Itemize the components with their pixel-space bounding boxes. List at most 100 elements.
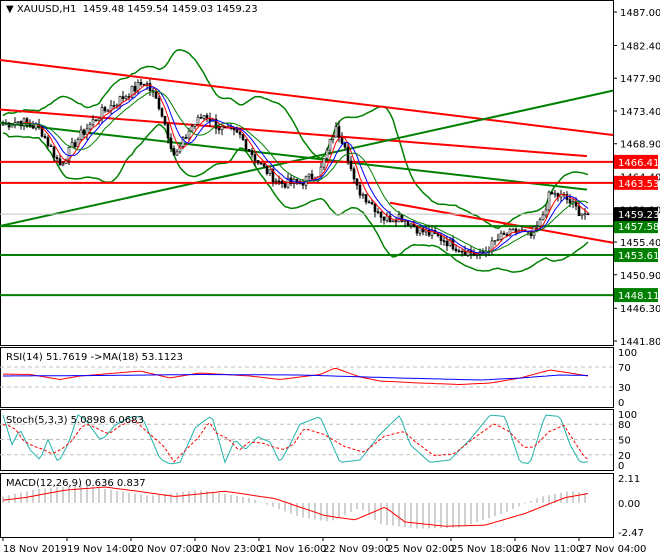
candle-body xyxy=(265,165,269,174)
candle-body xyxy=(280,180,284,184)
candle-body xyxy=(241,134,245,140)
candle-body xyxy=(376,211,380,214)
bollinger-lower xyxy=(2,123,589,273)
candle-body xyxy=(475,254,479,256)
candle-body xyxy=(94,119,98,122)
candle-body xyxy=(247,149,251,151)
candle-body xyxy=(253,154,257,161)
ohlc-values: 1459.48 1459.54 1459.03 1459.23 xyxy=(82,4,258,15)
price-tag-label: 1453.61 xyxy=(618,251,659,262)
price-tag-label: 1459.23 xyxy=(618,210,659,221)
ma-red xyxy=(2,84,589,255)
candle-body xyxy=(493,240,497,242)
candle-body xyxy=(166,123,170,139)
candle-body xyxy=(418,227,422,234)
price-tick-label: 1450.90 xyxy=(620,271,660,282)
price-tick-label: 1441.80 xyxy=(620,337,660,348)
candle-body xyxy=(343,143,347,148)
candle-body xyxy=(328,138,332,151)
candle-body xyxy=(496,239,500,241)
candle-body xyxy=(82,129,86,135)
candle-body xyxy=(175,151,179,156)
candle-body xyxy=(46,137,50,147)
price-tag-label: 1448.11 xyxy=(618,291,659,302)
candle-body xyxy=(442,240,446,242)
candle-body xyxy=(583,213,587,216)
candle-body xyxy=(157,97,161,109)
candle-body xyxy=(322,158,326,168)
candle-body xyxy=(511,228,515,231)
candle-body xyxy=(145,83,149,85)
candle-body xyxy=(172,148,176,156)
candle-body xyxy=(382,217,386,221)
candle-body xyxy=(220,126,224,131)
candle-body xyxy=(10,124,14,128)
candle-body xyxy=(394,220,398,223)
dropdown-triangle-icon[interactable]: ▼ xyxy=(6,4,14,15)
candle-body xyxy=(358,184,362,196)
time-label: 20 Nov 07:00 xyxy=(131,544,198,555)
price-tick-label: 1487.00 xyxy=(620,8,660,19)
panel-border-0 xyxy=(0,0,614,346)
price-tag-label: 1463.53 xyxy=(618,179,659,190)
candle-body xyxy=(238,131,242,135)
candle-body xyxy=(544,209,548,216)
candle-body xyxy=(364,194,368,203)
stoch-tick-label: 0 xyxy=(618,461,624,472)
candle-body xyxy=(73,142,77,148)
macd-tick-label: 2.11 xyxy=(618,474,640,485)
candle-body xyxy=(88,124,92,130)
candle-body xyxy=(580,213,584,217)
rsi-tick-label: 30 xyxy=(618,383,631,394)
candle-body xyxy=(217,128,221,131)
rsi-tick-label: 70 xyxy=(618,363,631,374)
stoch-tick-label: 80 xyxy=(618,420,631,431)
candle-body xyxy=(370,202,374,205)
price-tick-label: 1477.90 xyxy=(620,74,660,85)
candle-body xyxy=(577,205,581,217)
stoch-tick-label: 50 xyxy=(618,436,631,447)
candle-body xyxy=(100,107,104,119)
rsi-line xyxy=(3,367,589,386)
macd-tick-label: 0.00 xyxy=(618,499,640,510)
price-tick-label: 1468.90 xyxy=(620,140,660,151)
candle-body xyxy=(505,234,509,236)
candle-body xyxy=(193,123,197,127)
price-tick-label: 1473.40 xyxy=(620,107,660,118)
candle-body xyxy=(367,201,371,204)
rsi-tick-label: 100 xyxy=(618,348,637,359)
candle-body xyxy=(79,129,83,140)
candle-body xyxy=(250,150,254,155)
candle-body xyxy=(283,183,287,188)
candle-body xyxy=(415,226,419,234)
candle-body xyxy=(466,250,470,256)
candle-body xyxy=(205,115,209,119)
time-label: 27 Nov 04:00 xyxy=(579,544,646,555)
candle-body xyxy=(568,199,572,204)
trading-chart[interactable]: 1487.001482.401477.901473.401468.901464.… xyxy=(0,0,660,560)
price-tick-label: 1482.40 xyxy=(620,41,660,52)
candle-body xyxy=(454,248,458,252)
candle-body xyxy=(187,130,191,139)
candle-body xyxy=(310,173,314,180)
candle-body xyxy=(379,212,383,218)
candle-body xyxy=(259,162,263,165)
candle-body xyxy=(460,250,464,253)
candle-body xyxy=(184,137,188,139)
candle-body xyxy=(268,169,272,174)
candle-body xyxy=(244,139,248,150)
candle-body xyxy=(160,108,164,117)
candle-body xyxy=(550,191,554,195)
candle-body xyxy=(196,116,200,125)
candle-body xyxy=(547,191,551,211)
candle-body xyxy=(103,107,107,112)
candle-body xyxy=(457,250,461,253)
candle-body xyxy=(361,194,365,196)
time-label: 25 Nov 02:00 xyxy=(387,544,454,555)
candle-body xyxy=(301,183,305,186)
candle-body xyxy=(445,240,449,247)
candle-body xyxy=(121,96,125,99)
candle-body xyxy=(334,126,338,138)
candle-body xyxy=(553,193,557,195)
candle-body xyxy=(199,116,203,119)
